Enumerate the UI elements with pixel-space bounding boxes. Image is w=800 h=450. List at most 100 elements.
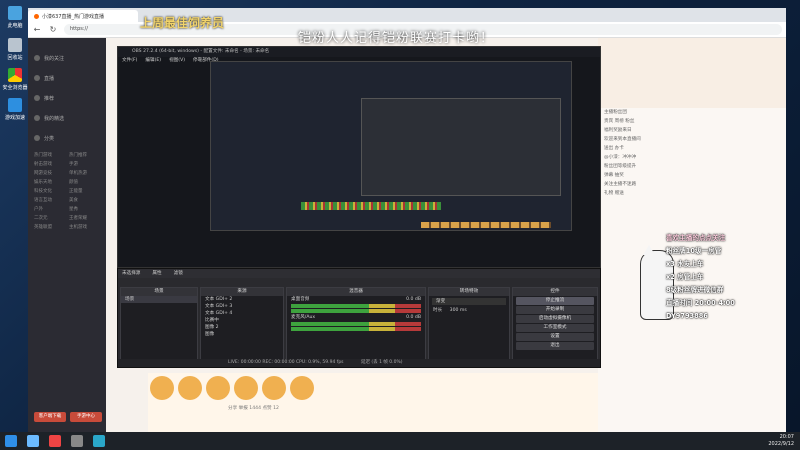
site-sidebar: 我的关注 直播 推荐 我的精选 分类 热门游戏 热门推荐 射击游戏 手游 网游竞技 单机热… [28,38,106,432]
category-link[interactable]: 语言互动 [34,197,65,203]
category-link[interactable]: 正能量 [69,188,100,194]
gift-icon[interactable] [234,376,258,400]
control-button[interactable]: 开始录制 [516,306,594,314]
headline-text: 铠粉人人记得铠粉联赛打卡哟！ [298,31,495,46]
category-link[interactable]: 射击游戏 [34,161,65,167]
edge-icon[interactable] [93,435,105,447]
weekly-banner: 上周最佳饲养员 [140,16,225,30]
preview-canvas [210,61,572,231]
gift-row [148,373,598,405]
gift-icon[interactable] [290,376,314,400]
category-link[interactable]: 主机游戏 [69,224,100,230]
duration-field[interactable]: 时长 300 ms [429,307,509,314]
sidebar-item-featured[interactable]: 我的精选 [28,108,106,128]
audio-mixer-dock: 混音器 桌面音频 0.0 dB 麦克风/Aux 0.0 dB [286,287,426,361]
chat-message: 欢迎来到本直播间 [604,137,641,142]
control-button[interactable]: 停止推流 [516,297,594,305]
chat-list: 主播粉丝团 贵宾 周榜 粉丝 福利奖励来日 欢迎来到本直播间 送出 办卡 @小漆：冲冲冲粉… [598,108,786,198]
sidebar-item-live[interactable]: 直播 [28,68,106,88]
sidebar-item-category[interactable]: 分类 [28,128,106,148]
menu-edit[interactable]: 编辑(E) [145,57,161,65]
transitions-dock: 转场特效 渐变 时长 300 ms [428,287,510,361]
control-button[interactable]: 退出 [516,342,594,350]
category-link[interactable]: 美食 [69,197,100,203]
gift-bar: 分享 举报 1444 点赞 12 [148,373,598,432]
browser-tab[interactable]: 小漆637直播_热门游戏直播 [28,10,138,22]
source-item[interactable]: 图像 2 [201,324,283,331]
reload-icon[interactable]: ↻ [48,25,58,35]
file-explorer-icon[interactable] [71,435,83,447]
source-item[interactable]: 图像 [201,331,283,338]
tv-icon [34,75,40,81]
control-button[interactable]: 启动虚拟摄像机 [516,315,594,323]
browser-shortcut-icon[interactable]: 安全浏览器 [2,68,28,91]
category-link[interactable]: 科技文化 [34,188,65,194]
properties-button[interactable]: 属性 [152,269,161,278]
filters-button[interactable]: 滤镜 [174,269,183,278]
category-link[interactable]: 户外 [34,206,65,212]
menu-file[interactable]: 文件(F) [122,57,137,65]
star-icon [34,95,40,101]
sidebar-item-follow[interactable]: 我的关注 [28,48,106,68]
nested-preview [361,98,561,196]
source-toolbar: 未选择源 属性 滤镜 [118,269,600,278]
menu-view[interactable]: 视图(V) [169,57,185,65]
streamer-card [598,38,786,108]
category-link[interactable]: 英雄联盟 [34,224,65,230]
taskbar: 20:07 2022/9/12 [0,432,800,450]
back-icon[interactable]: ← [32,25,42,35]
category-link[interactable]: 网游竞技 [34,170,65,176]
steam-icon[interactable] [27,435,39,447]
chat-message: 贵宾 周榜 粉丝 [604,119,635,124]
gift-icon[interactable] [150,376,174,400]
control-button[interactable]: 设置 [516,333,594,341]
clock[interactable]: 20:07 2022/9/12 [768,434,794,448]
obs-icon[interactable] [49,435,61,447]
category-link[interactable]: 单机热游 [69,170,100,176]
mic-audio-meter-r [291,327,421,331]
scenes-dock: 场景 场景 [120,287,198,361]
gift-icon[interactable] [178,376,202,400]
source-item[interactable]: 文本 GDI+ 4 [201,310,283,317]
control-button[interactable]: 工作室模式 [516,324,594,332]
nested-gift-strip [421,222,551,228]
game-accelerator-icon[interactable]: 游戏加速 [2,98,28,121]
gift-icon[interactable] [206,376,230,400]
start-icon[interactable] [5,435,17,447]
sidebar-item-recommend[interactable]: 推荐 [28,88,106,108]
chat-message: 送出 办卡 [604,146,624,151]
recycle-bin-icon[interactable]: 回收站 [2,38,28,61]
chat-message: @小漆：冲冲冲 [604,155,637,160]
category-link[interactable]: 王者荣耀 [69,215,100,221]
category-link[interactable]: 颜值 [69,179,100,185]
source-item[interactable]: 文本 GDI+ 2 [201,296,283,303]
grid-icon [34,135,40,141]
mixer-track-mic: 麦克风/Aux 0.0 dB [291,315,421,320]
gift-icon[interactable] [262,376,286,400]
scene-item[interactable]: 场景 [121,296,197,303]
transition-select[interactable]: 渐变 [432,298,506,305]
controls-dock: 控件 停止推流 开始录制 启动虚拟摄像机 工作室模式 设置 退出 [512,287,598,361]
desktop-audio-meter [291,304,421,308]
category-link[interactable]: 二次元 [34,215,65,221]
obs-panel: 未选择源 属性 滤镜 场景 场景 来源 文本 GDI+ 2 文本 GDI+ 3 文本… [117,268,601,368]
chat-message: 关注主播不迷路 [604,182,637,187]
category-link[interactable]: 娱乐天地 [34,179,65,185]
source-item[interactable]: 文本 GDI+ 3 [201,303,283,310]
source-item[interactable]: 比赛中 [201,317,283,324]
category-link[interactable]: 热门游戏 [34,152,65,158]
controls-list: 停止推流 开始录制 启动虚拟摄像机 工作室模式 设置 退出 [513,297,597,350]
obs-status-bar: LIVE: 00:00:00 REC: 00:00:00 CPU: 0.9%, … [118,359,600,367]
sources-dock: 来源 文本 GDI+ 2 文本 GDI+ 3 文本 GDI+ 4 比赛中 图像 2 图像 [200,287,284,361]
category-link[interactable]: 手游 [69,161,100,167]
chat-message: 弹幕 抽奖 [604,173,624,178]
chat-message: 福利奖励来日 [604,128,632,133]
stream-video[interactable]: OBS 27.2.4 (64-bit, windows) - 配置文件: 未命名… [117,46,601,268]
this-pc-icon[interactable]: 此电脑 [2,6,28,29]
mobile-games-button[interactable]: 手游中心 [70,412,102,422]
mixer-track-desktop: 桌面音频 0.0 dB [291,297,421,302]
category-link[interactable]: 星秀 [69,206,100,212]
category-link[interactable]: 热门推荐 [69,152,100,158]
chat-message: 粉丝团等级提升 [604,164,637,169]
client-download-button[interactable]: 客户端下载 [34,412,66,422]
